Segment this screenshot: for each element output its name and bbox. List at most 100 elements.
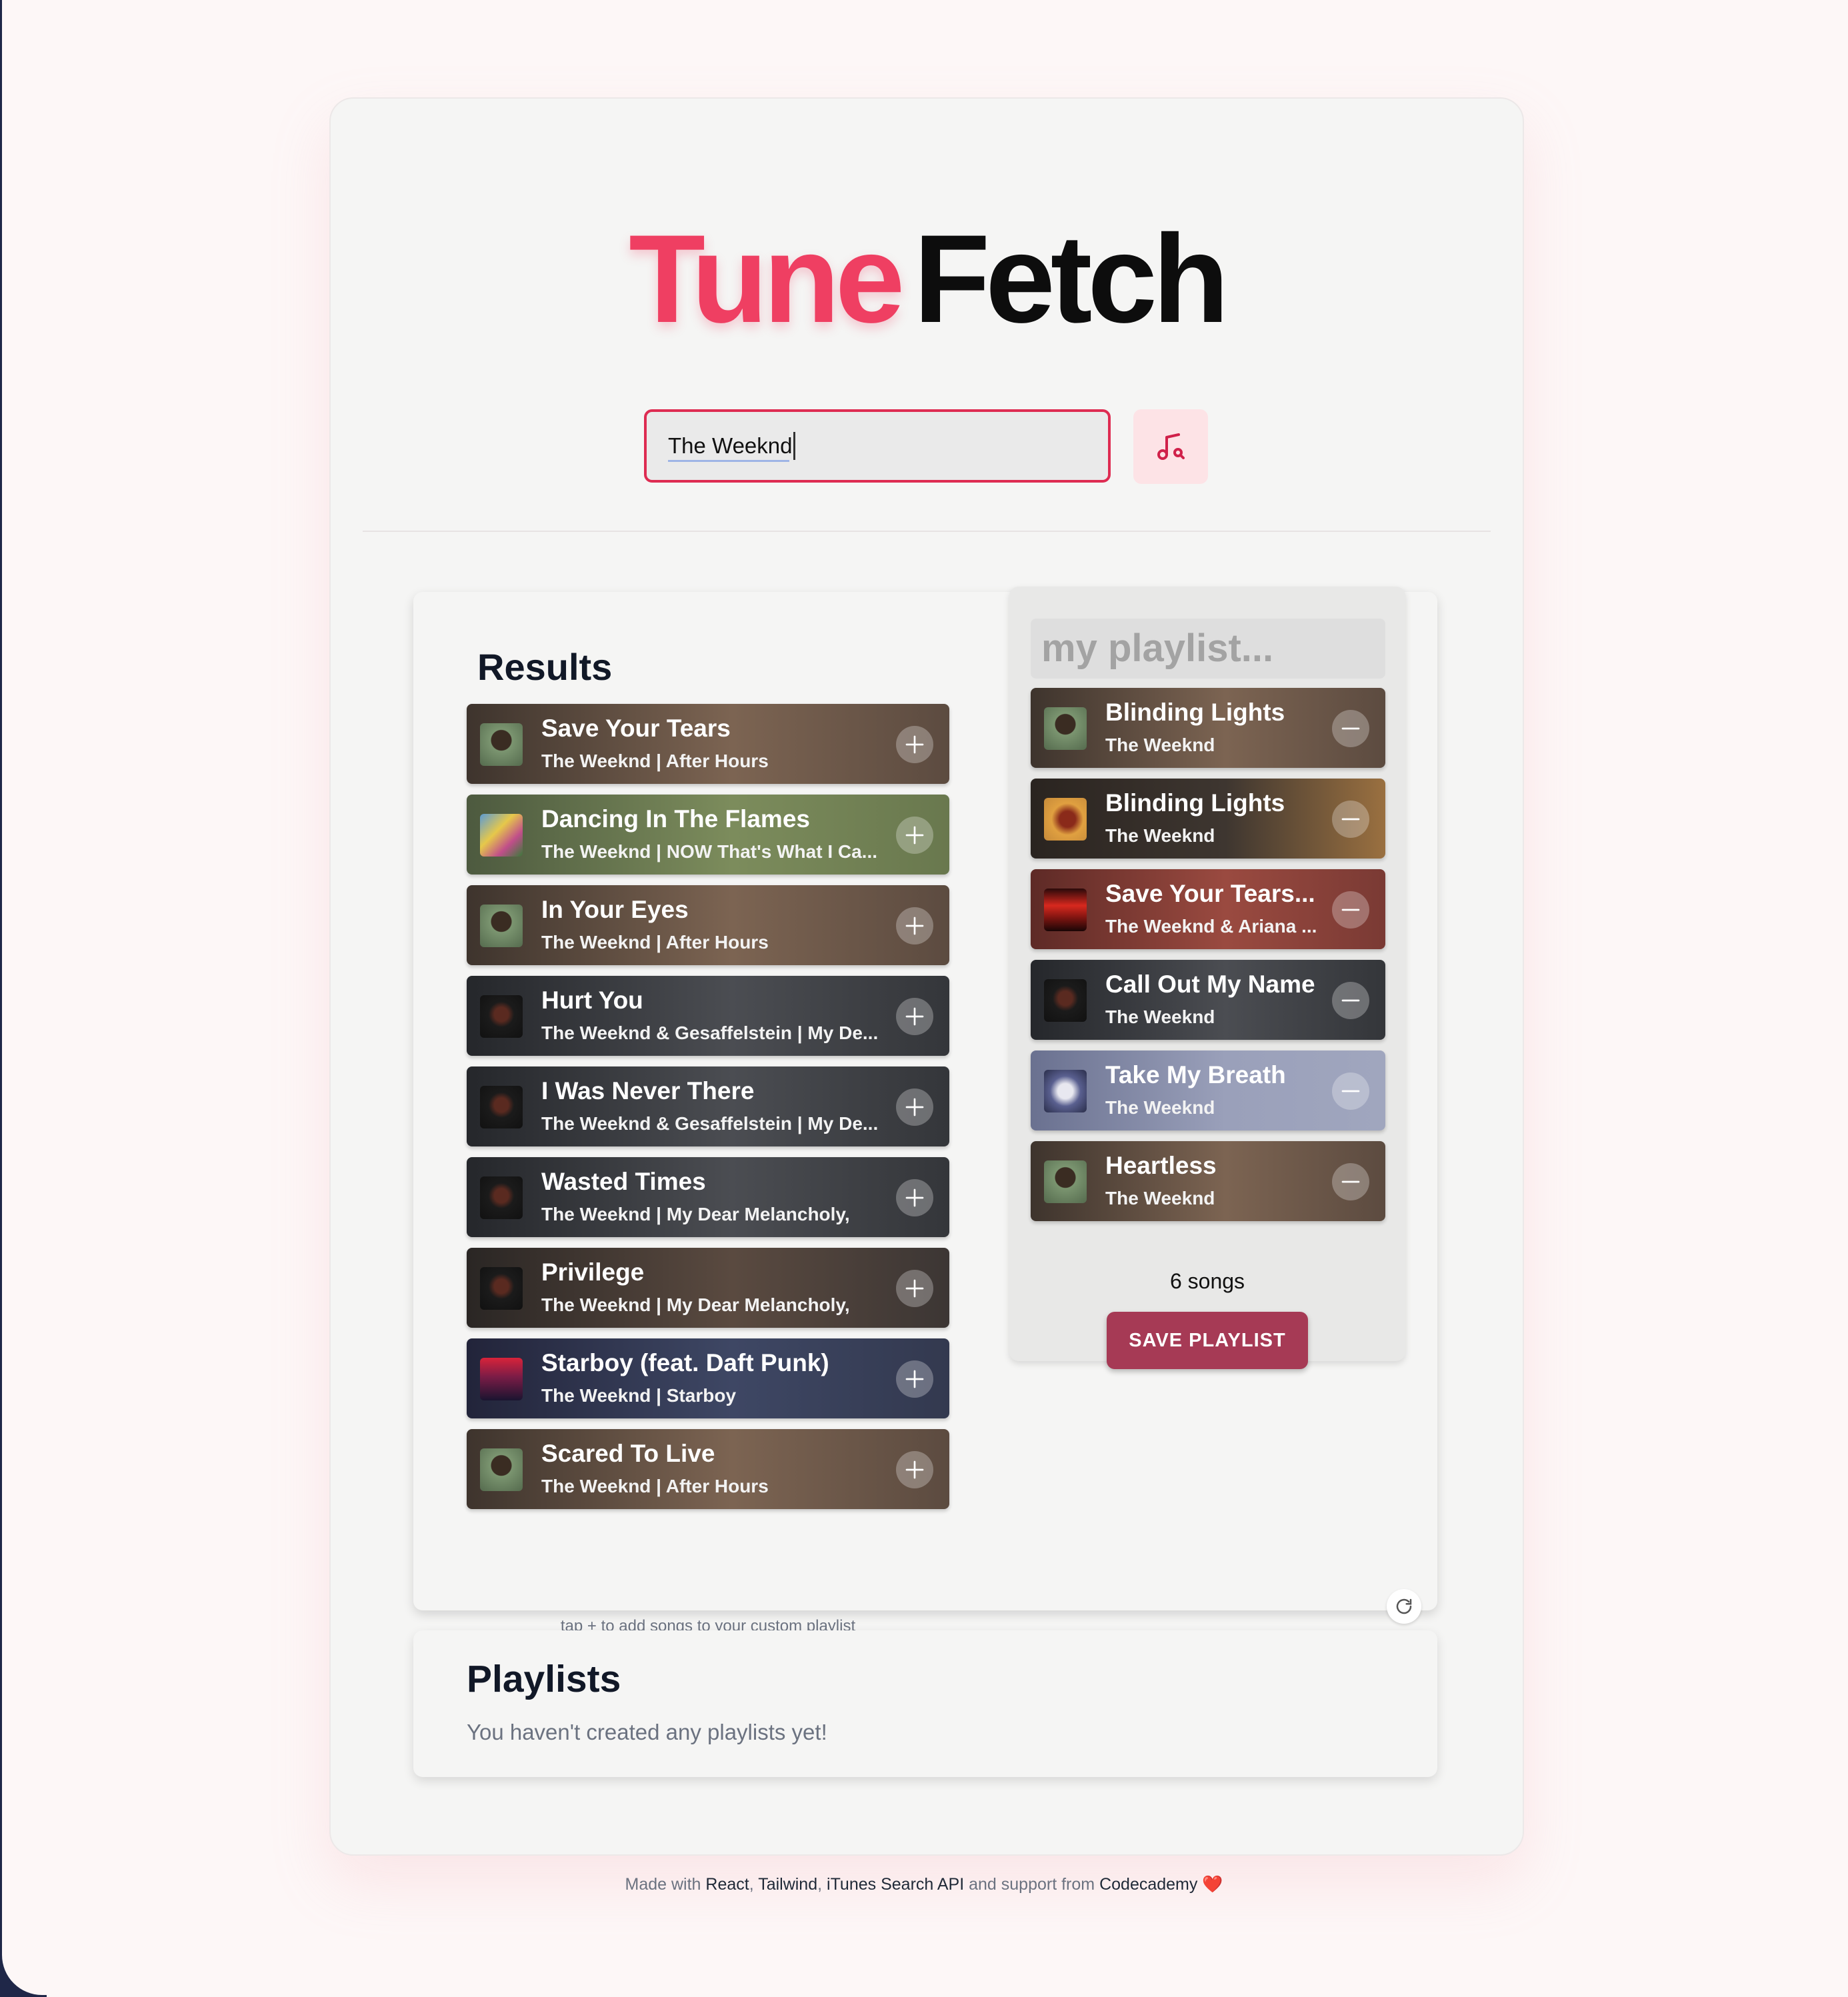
remove-song-button[interactable]	[1332, 1072, 1369, 1110]
minus-icon	[1341, 1090, 1360, 1092]
song-title: Take My Breath	[1105, 1061, 1286, 1088]
remove-song-button[interactable]	[1332, 710, 1369, 747]
window-corner	[0, 1950, 47, 1997]
plus-icon	[905, 1460, 924, 1479]
song-title: In Your Eyes	[541, 896, 689, 923]
playlist-list: Blinding Lights The Weeknd Blinding Ligh…	[1031, 688, 1385, 1232]
plus-icon	[905, 1098, 924, 1116]
song-subtitle: The Weeknd	[1105, 825, 1215, 846]
logo-fetch: Fetch	[913, 209, 1229, 349]
result-item: In Your Eyes The Weeknd | After Hours	[467, 885, 949, 965]
footer-link-tailwind[interactable]: Tailwind	[758, 1875, 817, 1894]
save-playlist-button[interactable]: SAVE PLAYLIST	[1107, 1312, 1308, 1369]
remove-song-button[interactable]	[1332, 891, 1369, 929]
result-item: Starboy (feat. Daft Punk) The Weeknd | S…	[467, 1338, 949, 1418]
result-item: Save Your Tears The Weeknd | After Hours	[467, 704, 949, 784]
song-subtitle: The Weeknd	[1105, 1097, 1215, 1118]
footer: Made with React, Tailwind, iTunes Search…	[0, 1875, 1848, 1894]
song-subtitle: The Weeknd	[1105, 1188, 1215, 1208]
song-title: Save Your Tears...	[1105, 880, 1315, 907]
add-song-button[interactable]	[896, 998, 933, 1035]
song-title: Starboy (feat. Daft Punk)	[541, 1349, 829, 1376]
song-subtitle: The Weeknd	[1105, 1006, 1215, 1027]
result-item: Dancing In The Flames The Weeknd | NOW T…	[467, 795, 949, 875]
playlist-item: Call Out My Name The Weeknd	[1031, 960, 1385, 1040]
playlists-panel: Playlists You haven't created any playli…	[413, 1630, 1437, 1777]
remove-song-button[interactable]	[1332, 801, 1369, 838]
song-subtitle: The Weeknd | My Dear Melancholy,	[541, 1294, 850, 1315]
add-song-button[interactable]	[896, 1088, 933, 1126]
song-subtitle: The Weeknd & Ariana ...	[1105, 916, 1317, 937]
song-title: Privilege	[541, 1258, 645, 1286]
heart-icon: ❤️	[1202, 1875, 1223, 1894]
result-item: Privilege The Weeknd | My Dear Melanchol…	[467, 1248, 949, 1328]
song-title: Wasted Times	[541, 1168, 706, 1195]
plus-icon	[905, 917, 924, 935]
playlist-name-field[interactable]: my playlist...	[1031, 619, 1385, 679]
song-title: Call Out My Name	[1105, 971, 1315, 998]
builder-panel: Results Save Your Tears The Weeknd | Aft…	[413, 587, 1437, 1635]
result-item: Wasted Times The Weeknd | My Dear Melanc…	[467, 1157, 949, 1237]
song-subtitle: The Weeknd & Gesaffelstein | My De...	[541, 1113, 879, 1134]
song-subtitle: The Weeknd	[1105, 735, 1215, 755]
plus-icon	[905, 1188, 924, 1207]
song-title: Blinding Lights	[1105, 699, 1285, 726]
app-logo: Tune Fetch	[331, 216, 1523, 341]
album-art	[480, 995, 523, 1038]
divider	[363, 531, 1491, 532]
album-art	[480, 1358, 523, 1400]
app-card: TuneFetch Results Save Your Tears The We…	[329, 97, 1524, 1856]
window-edge	[0, 0, 2, 1997]
song-title: Heartless	[1105, 1152, 1217, 1179]
logo-tune: Tune	[629, 209, 905, 349]
add-song-button[interactable]	[896, 817, 933, 854]
add-song-button[interactable]	[896, 1270, 933, 1307]
results-list: Save Your Tears The Weeknd | After Hours…	[467, 704, 949, 1520]
add-song-button[interactable]	[896, 907, 933, 945]
song-title: Scared To Live	[541, 1440, 715, 1467]
search-input[interactable]	[644, 409, 1111, 483]
album-art	[480, 1267, 523, 1310]
add-song-button[interactable]	[896, 1451, 933, 1488]
plus-icon	[905, 1279, 924, 1298]
playlist-item: Blinding Lights The Weeknd	[1031, 688, 1385, 768]
footer-link-react[interactable]: React	[705, 1875, 749, 1894]
plus-icon	[905, 1007, 924, 1026]
album-art	[1044, 707, 1087, 750]
song-title: Dancing In The Flames	[541, 805, 810, 833]
search-button[interactable]	[1133, 409, 1208, 484]
album-art	[480, 1176, 523, 1219]
add-song-button[interactable]	[896, 1179, 933, 1216]
playlist-builder: my playlist... Blinding Lights The Weekn…	[1009, 587, 1405, 1369]
playlist-item: Heartless The Weeknd	[1031, 1141, 1385, 1221]
remove-song-button[interactable]	[1332, 1163, 1369, 1200]
song-subtitle: The Weeknd | Starboy	[541, 1385, 737, 1406]
album-art	[1044, 979, 1087, 1022]
add-song-button[interactable]	[896, 1360, 933, 1398]
album-art	[480, 1086, 523, 1128]
song-subtitle: The Weeknd | After Hours	[541, 751, 769, 771]
album-art	[480, 905, 523, 947]
footer-separator: ,	[817, 1875, 823, 1894]
song-title: Hurt You	[541, 987, 643, 1014]
album-art	[1044, 798, 1087, 841]
text-caret	[793, 432, 795, 460]
album-art	[480, 1448, 523, 1491]
results-title: Results	[477, 646, 613, 688]
album-art	[1044, 1160, 1087, 1203]
minus-icon	[1341, 818, 1360, 821]
plus-icon	[905, 735, 924, 754]
footer-link-codecademy[interactable]: Codecademy	[1099, 1875, 1197, 1894]
album-art	[480, 723, 523, 766]
refresh-button[interactable]	[1387, 1589, 1421, 1624]
album-art	[1044, 1070, 1087, 1112]
footer-made-with: Made with	[625, 1875, 701, 1894]
remove-song-button[interactable]	[1332, 982, 1369, 1019]
result-item: Scared To Live The Weeknd | After Hours	[467, 1429, 949, 1509]
footer-link-itunes[interactable]: iTunes Search API	[827, 1875, 964, 1894]
song-title: Blinding Lights	[1105, 789, 1285, 817]
plus-icon	[905, 826, 924, 845]
spellcheck-underline	[668, 460, 789, 462]
playlists-title: Playlists	[467, 1658, 621, 1700]
add-song-button[interactable]	[896, 726, 933, 763]
